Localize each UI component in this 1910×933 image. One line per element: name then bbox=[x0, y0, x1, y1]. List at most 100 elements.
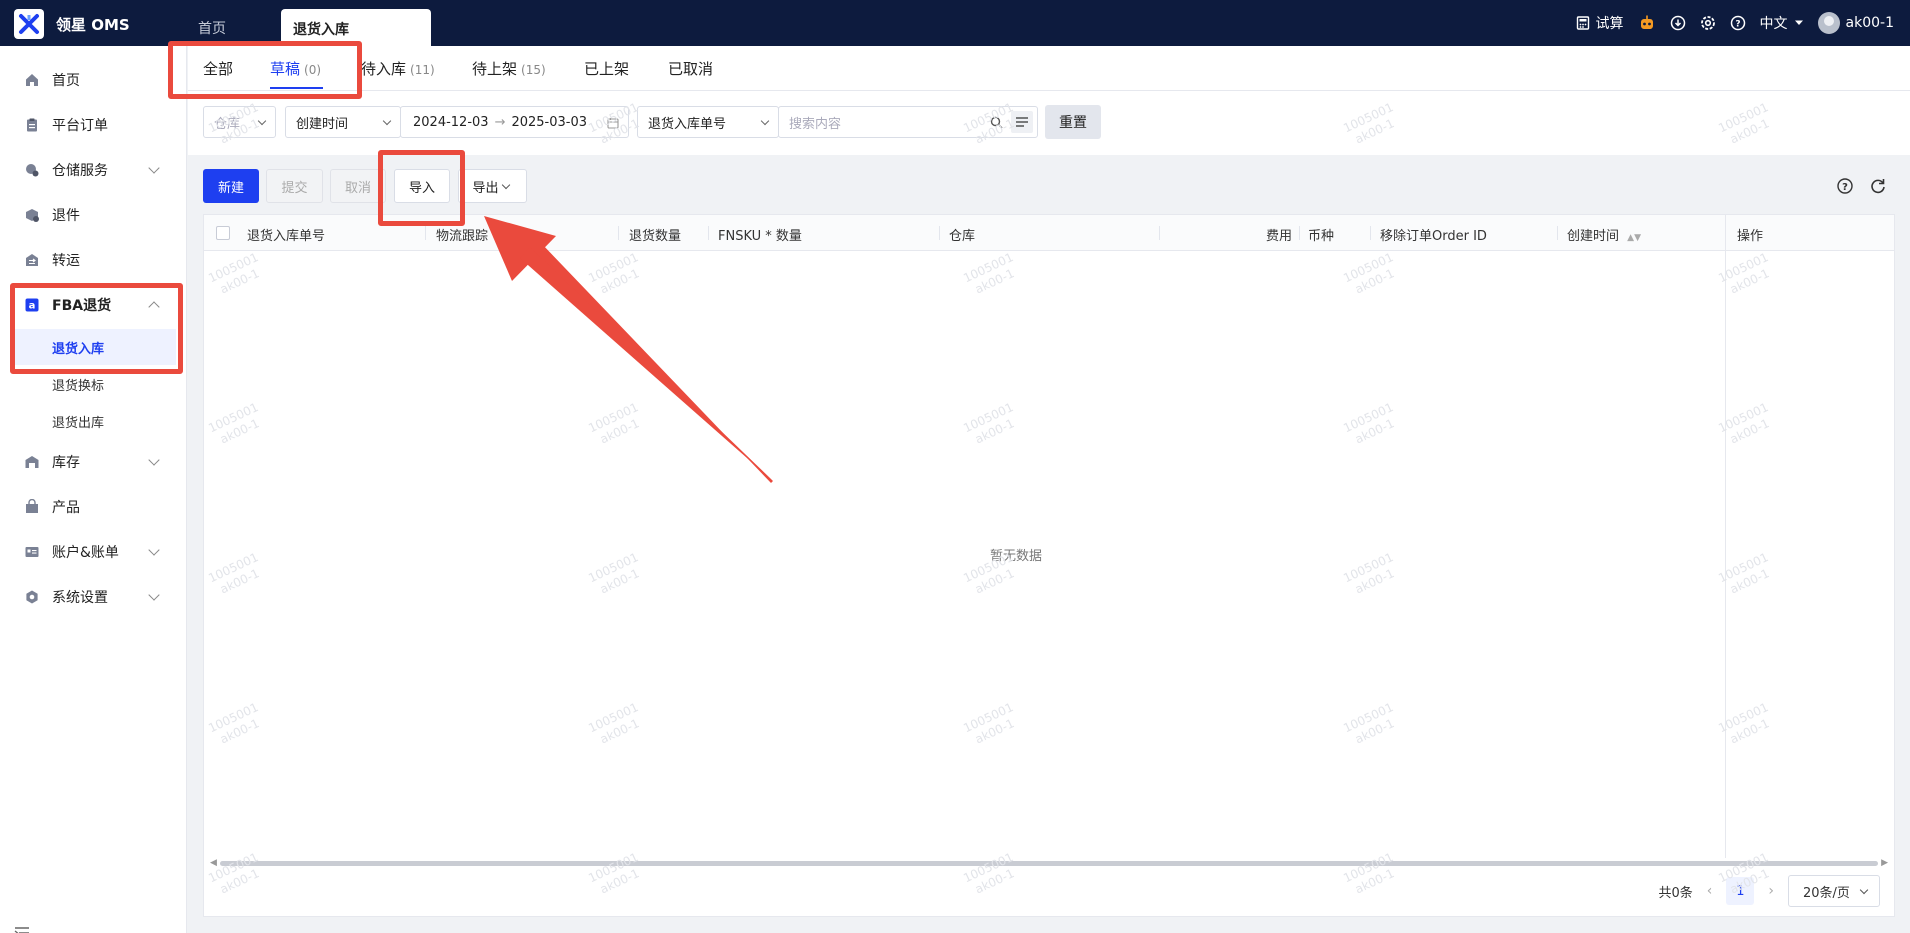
column-header: 物流跟踪 bbox=[436, 229, 489, 244]
tab-return-inbound[interactable]: 退货入库 bbox=[281, 9, 431, 46]
column-divider[interactable] bbox=[1370, 226, 1371, 240]
avatar bbox=[1817, 12, 1840, 34]
column-header: 操作 bbox=[1737, 229, 1764, 244]
horizontal-scrollbar[interactable]: ◀ ▶ bbox=[210, 858, 1888, 868]
search-placeholder: 搜索内容 bbox=[789, 116, 842, 132]
tab-count: (15) bbox=[521, 63, 546, 77]
sidebar-item-products[interactable]: 产品 bbox=[0, 487, 187, 527]
sidebar: 首页 平台订单 仓储服务 退件 转运 a FBA退货 退货入库 退货换标 退货出… bbox=[0, 46, 187, 933]
import-button[interactable]: 导入 bbox=[394, 169, 450, 203]
column-divider[interactable] bbox=[1557, 226, 1558, 240]
table-header: 退货入库单号 物流跟踪 退货数量 FNSKU * 数量 仓库 费用 币种 移除订… bbox=[204, 215, 1894, 251]
sidebar-item-inventory[interactable]: 库存 bbox=[0, 442, 187, 482]
tab-cancelled[interactable]: 已取消 bbox=[668, 58, 713, 79]
tab-pending-inbound[interactable]: 待入库 (11) bbox=[361, 58, 435, 79]
refresh-icon[interactable] bbox=[1869, 177, 1887, 195]
status-tabs: 全部 草稿 (0) 待入库 (11) 待上架 (15) 已上架 已取消 bbox=[188, 46, 1910, 91]
sidebar-subitem-return-outbound[interactable]: 退货出库 bbox=[13, 403, 176, 439]
sidebar-item-transfer[interactable]: 转运 bbox=[0, 240, 187, 280]
sidebar-item-account-billing[interactable]: 账户&账单 bbox=[0, 532, 187, 572]
tab-count: (0) bbox=[304, 63, 322, 77]
chevron-down-icon bbox=[382, 116, 392, 126]
time-type-select[interactable]: 创建时间 bbox=[285, 106, 401, 138]
column-header: 仓库 bbox=[949, 229, 976, 244]
search-field-value: 退货入库单号 bbox=[648, 116, 727, 132]
column-divider[interactable] bbox=[618, 226, 619, 240]
date-end[interactable]: 2025-03-03 bbox=[511, 115, 587, 130]
help-circle-icon[interactable]: ? bbox=[1836, 177, 1854, 195]
next-page-icon[interactable]: › bbox=[1768, 883, 1774, 899]
tab-pending-shelving[interactable]: 待上架 (15) bbox=[472, 58, 546, 79]
sidebar-item-fba-returns[interactable]: a FBA退货 bbox=[0, 285, 187, 325]
sidebar-item-label: 转运 bbox=[52, 253, 80, 269]
column-divider[interactable] bbox=[425, 226, 426, 240]
tab-all[interactable]: 全部 bbox=[203, 58, 233, 79]
chevron-down-icon bbox=[148, 454, 160, 466]
column-divider[interactable] bbox=[1299, 226, 1300, 240]
prev-page-icon[interactable]: ‹ bbox=[1707, 883, 1713, 899]
column-header: 币种 bbox=[1308, 229, 1335, 244]
page-size-select[interactable]: 20条/页 bbox=[1788, 875, 1880, 907]
search-icon[interactable] bbox=[990, 116, 1003, 129]
sidebar-item-returns[interactable]: 退件 bbox=[0, 195, 187, 235]
sidebar-subitem-return-inbound[interactable]: 退货入库 bbox=[13, 329, 176, 365]
robot-icon[interactable] bbox=[1638, 14, 1656, 32]
search-input[interactable]: 搜索内容 bbox=[778, 106, 1038, 138]
column-header-label: 创建时间 bbox=[1567, 229, 1620, 244]
search-field-select[interactable]: 退货入库单号 bbox=[637, 106, 779, 138]
calculator-icon bbox=[1576, 16, 1589, 30]
warehouse-icon bbox=[24, 162, 40, 178]
tab-shelved[interactable]: 已上架 bbox=[584, 58, 629, 79]
trial-calc-button[interactable]: 试算 bbox=[1576, 13, 1624, 33]
language-select[interactable]: 中文 bbox=[1760, 13, 1804, 33]
sidebar-item-system-settings[interactable]: 系统设置 bbox=[0, 577, 187, 617]
date-start[interactable]: 2024-12-03 bbox=[413, 115, 489, 130]
tab-draft[interactable]: 草稿 (0) bbox=[270, 58, 321, 79]
cancel-button[interactable]: 取消 bbox=[330, 169, 386, 203]
sidebar-item-label: 退件 bbox=[52, 208, 80, 224]
user-menu[interactable]: ak00-1 bbox=[1817, 12, 1894, 34]
column-divider[interactable] bbox=[939, 226, 940, 240]
scroll-left-icon[interactable]: ◀ bbox=[210, 858, 217, 868]
chevron-down-icon bbox=[501, 180, 511, 190]
settings-icon bbox=[24, 589, 40, 605]
sidebar-item-warehouse-service[interactable]: 仓储服务 bbox=[0, 150, 187, 190]
scrollbar-thumb[interactable] bbox=[220, 861, 1878, 866]
chevron-up-icon bbox=[148, 301, 160, 313]
inventory-icon bbox=[24, 454, 40, 470]
list-filter-icon bbox=[1016, 117, 1028, 127]
export-button[interactable]: 导出 bbox=[458, 169, 527, 203]
sort-icon: ▲▼ bbox=[1627, 233, 1641, 243]
empty-state-text: 暂无数据 bbox=[989, 549, 1042, 564]
brand-logo-icon[interactable] bbox=[14, 9, 44, 39]
sidebar-item-home[interactable]: 首页 bbox=[0, 60, 187, 100]
column-header-created-time[interactable]: 创建时间 ▲▼ bbox=[1567, 225, 1641, 244]
calendar-icon bbox=[607, 118, 619, 129]
page-number-button[interactable]: 1 bbox=[1726, 877, 1755, 905]
tab-label: 已取消 bbox=[668, 60, 714, 78]
collapse-menu-icon[interactable] bbox=[14, 926, 30, 933]
transfer-icon bbox=[24, 252, 40, 268]
advanced-search-button[interactable] bbox=[1011, 111, 1033, 133]
svg-text:a: a bbox=[29, 301, 36, 312]
sidebar-subitem-return-relabel[interactable]: 退货换标 bbox=[13, 366, 176, 402]
column-divider[interactable] bbox=[1159, 226, 1160, 240]
new-button[interactable]: 新建 bbox=[203, 169, 259, 203]
sidebar-item-platform-orders[interactable]: 平台订单 bbox=[0, 105, 187, 145]
help-icon[interactable]: ? bbox=[1730, 15, 1746, 31]
gear-icon[interactable] bbox=[1700, 15, 1716, 31]
submit-button[interactable]: 提交 bbox=[266, 169, 323, 203]
download-icon[interactable] bbox=[1670, 15, 1686, 31]
select-all-checkbox[interactable] bbox=[216, 226, 230, 240]
column-header: 退货数量 bbox=[629, 229, 682, 244]
svg-text:?: ? bbox=[1735, 20, 1740, 30]
reset-button[interactable]: 重置 bbox=[1045, 105, 1101, 139]
column-header: 移除订单Order ID bbox=[1380, 229, 1487, 244]
warehouse-select[interactable]: 仓库 bbox=[203, 106, 276, 138]
date-range-picker[interactable]: 2024-12-03 → 2025-03-03 bbox=[400, 106, 629, 138]
amazon-icon: a bbox=[24, 297, 40, 313]
scroll-right-icon[interactable]: ▶ bbox=[1881, 858, 1888, 868]
tab-home[interactable]: 首页 bbox=[198, 18, 226, 38]
column-divider[interactable] bbox=[708, 226, 709, 240]
box-return-icon bbox=[24, 207, 40, 223]
